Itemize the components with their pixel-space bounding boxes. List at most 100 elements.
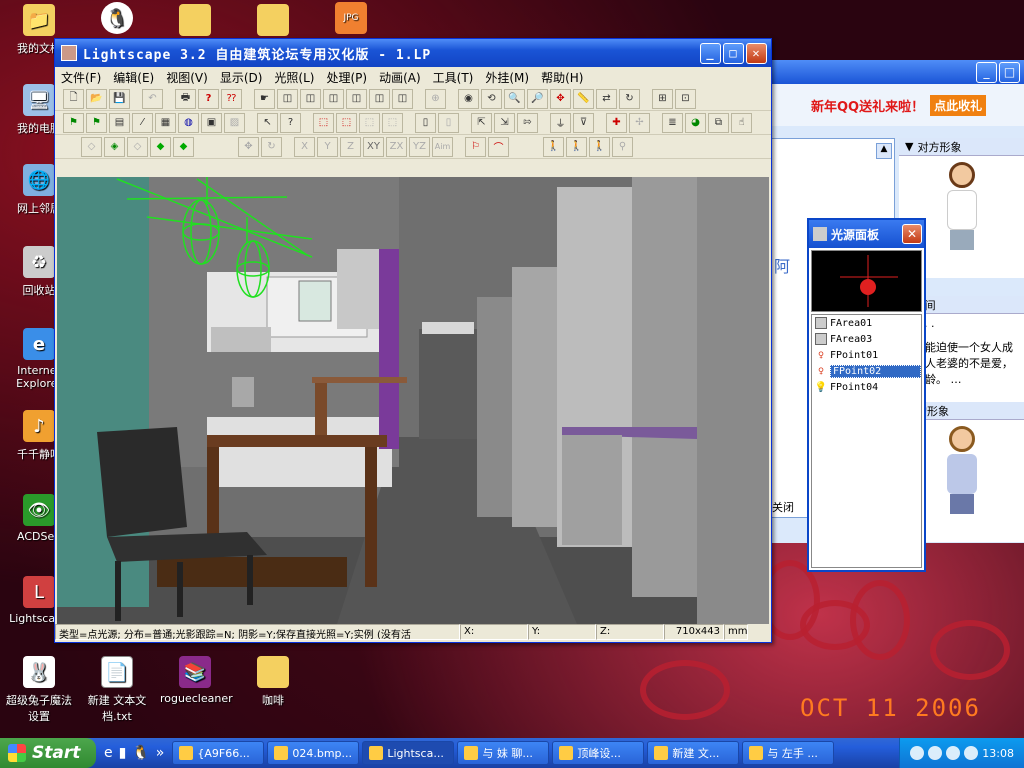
close-button[interactable]: ✕ [746, 42, 767, 64]
save-icon[interactable]: 💾 [109, 88, 130, 109]
pan-icon[interactable]: ✥ [550, 88, 571, 109]
desktop-icon-rabbit[interactable]: 🐰 超级兔子魔法设置 [4, 656, 74, 724]
ruler-icon[interactable]: 📏 [573, 88, 594, 109]
walkthrough-2-icon[interactable]: 🚶 [566, 136, 587, 157]
hand-pointer-icon[interactable]: ☝ [731, 112, 752, 133]
select-box-2-icon[interactable]: ⬚ [336, 112, 357, 133]
filter-icon[interactable]: ⏚ [550, 112, 571, 133]
desktop-icon-folder-2[interactable] [238, 4, 308, 40]
context-help-icon[interactable]: ⁇ [221, 88, 242, 109]
green-flag-2-icon[interactable]: ⚑ [86, 112, 107, 133]
task-button-active[interactable]: Lightsca... [362, 741, 455, 765]
3d-viewport[interactable] [57, 177, 769, 624]
pointer-1-icon[interactable]: ⇱ [471, 112, 492, 133]
axis-x-button[interactable]: X [294, 136, 315, 157]
solid-cube-icon[interactable]: ◆ [150, 136, 171, 157]
cube-view-6-icon[interactable]: ◫ [392, 88, 413, 109]
menu-animation[interactable]: 动画(A) [379, 69, 421, 86]
flag-red-icon[interactable]: ⚐ [465, 136, 486, 157]
tray-clock[interactable]: 13:08 [982, 747, 1014, 760]
qq-banner[interactable]: 新年QQ送礼来啦！ 点此收礼 [771, 84, 1024, 126]
task-button[interactable]: 与 左手 ... [742, 741, 835, 765]
page-icon[interactable]: ▯ [415, 112, 436, 133]
qq-titlebar[interactable]: _ □ [771, 60, 1024, 84]
task-button[interactable]: 新建 文... [647, 741, 740, 765]
more-chevron-icon[interactable]: » [156, 745, 165, 761]
green-flag-1-icon[interactable]: ⚑ [63, 112, 84, 133]
photo-icon[interactable]: ▣ [201, 112, 222, 133]
menu-help[interactable]: 帮助(H) [541, 69, 583, 86]
desktop-icon-winrar[interactable]: 📚 roguecleaner [160, 656, 233, 705]
cube-view-1-icon[interactable]: ◫ [277, 88, 298, 109]
copy-icon[interactable]: ⧉ [708, 112, 729, 133]
walkthrough-3-icon[interactable]: 🚶 [589, 136, 610, 157]
wire-cube-icon[interactable]: ◇ [81, 136, 102, 157]
zoom-icon[interactable]: 🔎 [527, 88, 548, 109]
desktop-icon-coffee-folder[interactable]: 咖啡 [238, 656, 308, 708]
aim-button[interactable]: Aim [432, 136, 453, 157]
move-icon[interactable]: ✥ [238, 136, 259, 157]
rotate-view-icon[interactable]: ⟲ [481, 88, 502, 109]
menu-plugins[interactable]: 外挂(M) [485, 69, 529, 86]
undo-icon[interactable]: ↶ [142, 88, 163, 109]
zoom-tool-disabled-icon[interactable]: ⊕ [425, 88, 446, 109]
plane-xy-button[interactable]: XY [363, 136, 384, 157]
tray-network-icon[interactable] [946, 746, 961, 760]
light-item-selected[interactable]: ♀ FPoint02 [812, 363, 921, 379]
menu-lighting[interactable]: 光照(L) [274, 69, 314, 86]
pointer-3-icon[interactable]: ⇰ [517, 112, 538, 133]
desktop-icon-text-file[interactable]: 📄 新建 文本文档.txt [82, 656, 152, 724]
qq-quicklaunch-icon[interactable]: 🐧 [132, 745, 149, 761]
menu-process[interactable]: 处理(P) [326, 69, 367, 86]
plane-yz-button[interactable]: YZ [409, 136, 430, 157]
scroll-up-button[interactable]: ▲ [876, 143, 892, 159]
task-button[interactable]: 024.bmp... [267, 741, 360, 765]
magnet-icon[interactable]: ⌒ [488, 136, 509, 157]
help-icon[interactable]: ? [198, 88, 219, 109]
minimize-button[interactable]: _ [700, 42, 721, 64]
task-button[interactable]: 与 妹 聊... [457, 741, 550, 765]
pointer-2-icon[interactable]: ⇲ [494, 112, 515, 133]
tray-user-icon[interactable] [910, 746, 925, 760]
fit-view-icon[interactable]: ⊡ [675, 88, 696, 109]
menu-file[interactable]: 文件(F) [61, 69, 101, 86]
select-box-4-icon[interactable]: ⬚ [382, 112, 403, 133]
qq-gift-link[interactable]: 点此收礼 [930, 94, 987, 116]
desktop-icon-folder-1[interactable] [160, 4, 230, 40]
task-button[interactable]: 顶峰设... [552, 741, 645, 765]
hidden-cube-icon[interactable]: ◇ [127, 136, 148, 157]
cube-view-4-icon[interactable]: ◫ [346, 88, 367, 109]
light-item[interactable]: ♀ FPoint01 [812, 347, 921, 363]
tray-monitor-icon[interactable] [964, 746, 979, 760]
light-item[interactable]: 💡 FPoint04 [812, 379, 921, 395]
tray-volume-icon[interactable] [928, 746, 943, 760]
globe-icon[interactable]: ◍ [178, 112, 199, 133]
qq-minimize-button[interactable]: _ [976, 61, 997, 83]
select-hand-icon[interactable]: ☛ [254, 88, 275, 109]
walk-icon[interactable]: ⇄ [596, 88, 617, 109]
light-item[interactable]: FArea03 [812, 331, 921, 347]
zoom-extents-icon[interactable]: ⊞ [652, 88, 673, 109]
orbit-icon[interactable]: ◉ [458, 88, 479, 109]
light-panel-close-button[interactable]: ✕ [902, 224, 922, 244]
arrow-select-icon[interactable]: ↖ [257, 112, 278, 133]
start-button[interactable]: Start [0, 738, 96, 768]
maximize-button[interactable]: □ [723, 42, 744, 64]
list-icon[interactable]: ≣ [662, 112, 683, 133]
new-file-icon[interactable]: 🗋 [63, 88, 84, 109]
rotate-icon[interactable]: ↻ [261, 136, 282, 157]
desktop-icon-qq[interactable]: 🐧 [82, 2, 152, 38]
qq-maximize-button[interactable]: □ [999, 61, 1020, 83]
cube-view-5-icon[interactable]: ◫ [369, 88, 390, 109]
textured-cube-icon[interactable]: ◆ [173, 136, 194, 157]
add-light-icon[interactable]: ✚ [606, 112, 627, 133]
menu-tools[interactable]: 工具(T) [433, 69, 474, 86]
light-panel-titlebar[interactable]: 光源面板 ✕ [809, 220, 924, 248]
menu-display[interactable]: 显示(D) [220, 69, 263, 86]
light-item[interactable]: FArea01 [812, 315, 921, 331]
refresh-view-icon[interactable]: ↻ [619, 88, 640, 109]
menu-view[interactable]: 视图(V) [166, 69, 208, 86]
select-query-icon[interactable]: ? [280, 112, 301, 133]
camera-disabled-icon[interactable]: ▨ [224, 112, 245, 133]
select-box-1-icon[interactable]: ⬚ [313, 112, 334, 133]
